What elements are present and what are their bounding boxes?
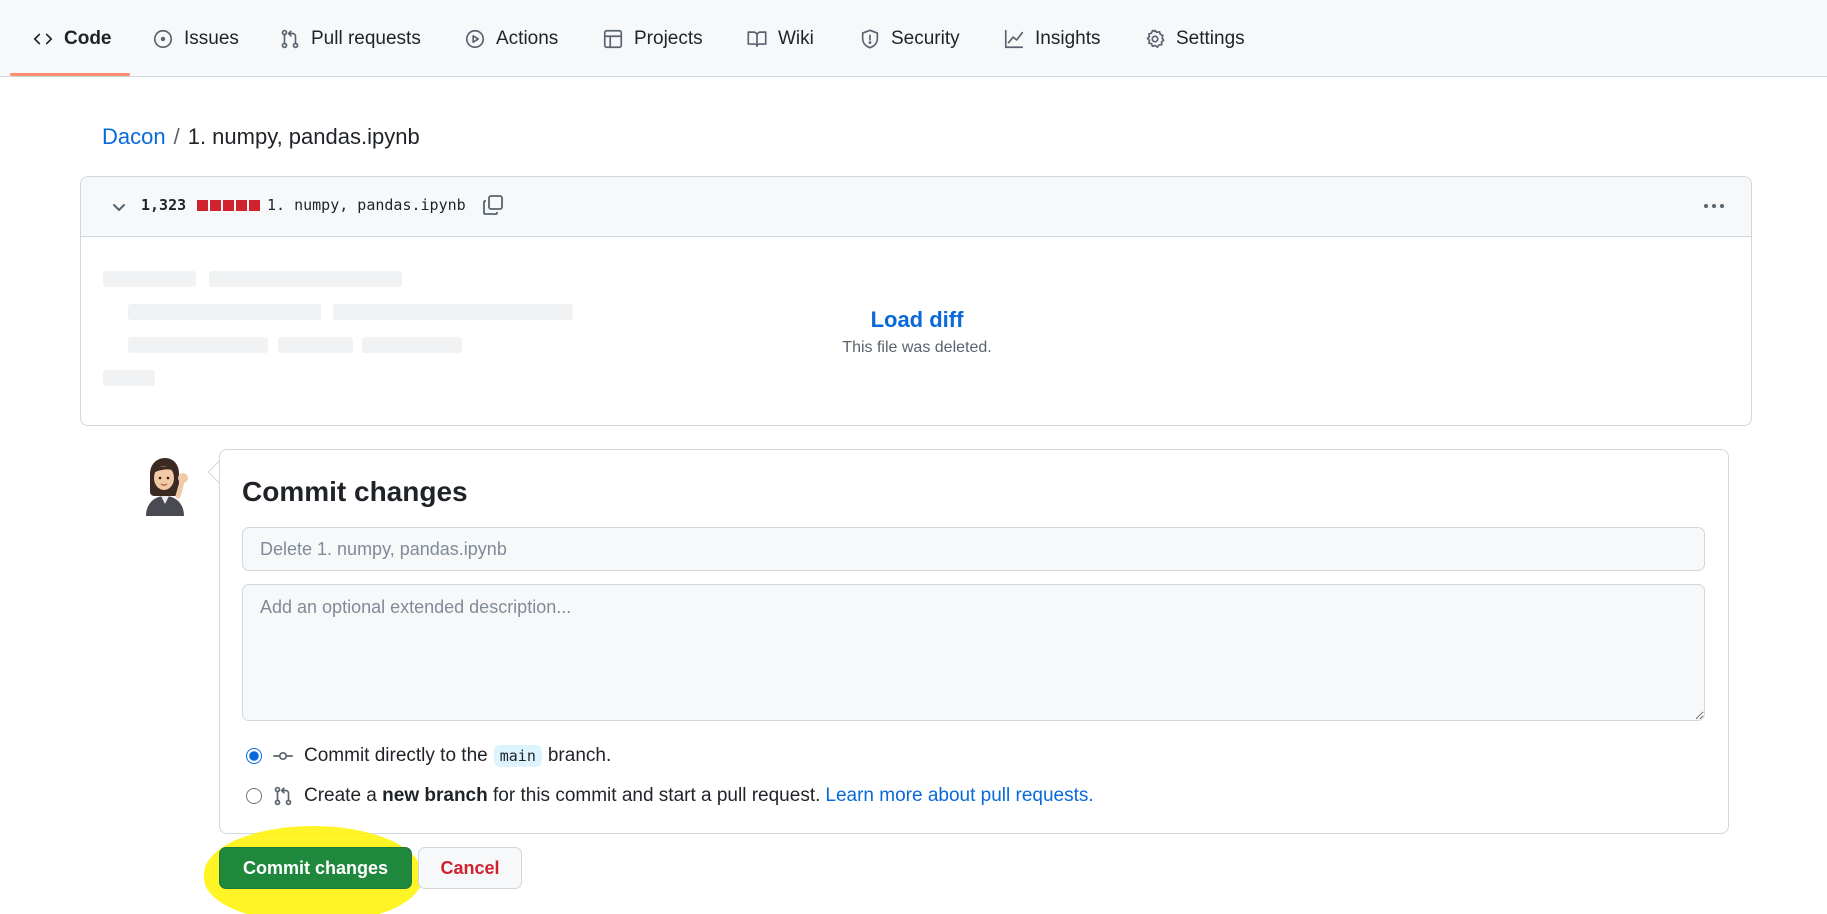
play-icon <box>465 29 485 48</box>
tab-actions-label: Actions <box>496 27 559 49</box>
learn-more-pull-requests-link[interactable]: Learn more about pull requests. <box>825 785 1093 806</box>
option-new-branch-suffix: for this commit and start a pull request… <box>493 785 821 806</box>
diffstat-block <box>197 200 208 211</box>
option-new-branch-prefix: Create a <box>304 785 377 806</box>
tab-code[interactable]: Code <box>26 0 118 77</box>
collapse-toggle[interactable] <box>109 197 129 217</box>
file-deleted-note: This file was deleted. <box>842 339 992 356</box>
copy-path-button[interactable] <box>481 193 507 219</box>
tab-insights[interactable]: Insights <box>997 0 1106 77</box>
tab-insights-label: Insights <box>1035 27 1101 49</box>
gear-icon <box>1146 28 1165 48</box>
branch-name-pill: main <box>493 745 542 767</box>
breadcrumb-repo-link[interactable]: Dacon <box>102 124 166 150</box>
table-icon <box>603 29 623 48</box>
book-icon <box>747 30 767 47</box>
tab-issues[interactable]: Issues <box>146 0 245 77</box>
avatar <box>136 456 194 516</box>
graph-icon <box>1004 29 1024 48</box>
option-new-branch-bold: new branch <box>382 785 488 806</box>
kebab-horizontal-icon[interactable] <box>1699 193 1729 219</box>
cancel-button[interactable]: Cancel <box>418 847 522 889</box>
copy-icon <box>483 195 503 215</box>
tab-settings[interactable]: Settings <box>1138 0 1251 77</box>
load-diff-link[interactable]: Load diff <box>81 307 1751 333</box>
tab-wiki[interactable]: Wiki <box>740 0 820 77</box>
avatar-emoji <box>146 458 188 516</box>
tab-wiki-label: Wiki <box>778 27 814 49</box>
tab-pull-requests-label: Pull requests <box>311 27 421 49</box>
diffstat-block <box>249 200 260 211</box>
tab-code-label: Code <box>64 27 112 49</box>
tab-security[interactable]: Security <box>853 0 966 77</box>
diffstat-block <box>236 200 247 211</box>
diff-filename: 1. numpy, pandas.ipynb <box>267 196 466 214</box>
breadcrumb-separator: / <box>173 124 180 149</box>
tab-settings-label: Settings <box>1176 27 1245 49</box>
breadcrumb-file: 1. numpy, pandas.ipynb <box>187 124 420 149</box>
breadcrumb: Dacon / 1. numpy, pandas.ipynb <box>102 124 420 150</box>
file-diff: 1,323 1. numpy, pandas.ipynb Load diff T… <box>80 176 1752 426</box>
commit-changes-button[interactable]: Commit changes <box>219 847 412 889</box>
git-pull-request-icon <box>274 786 292 806</box>
issue-opened-icon <box>153 29 173 48</box>
option-direct-prefix: Commit directly to the <box>304 745 488 766</box>
option-new-branch[interactable]: Create a new branch for this commit and … <box>246 785 1094 807</box>
radio-commit-direct[interactable] <box>246 748 262 764</box>
shield-icon <box>861 28 879 49</box>
diffstat-bar <box>197 200 260 211</box>
radio-new-branch[interactable] <box>246 788 262 804</box>
file-diff-header: 1,323 1. numpy, pandas.ipynb <box>81 177 1751 237</box>
git-commit-icon <box>273 751 293 761</box>
tab-issues-label: Issues <box>184 27 239 49</box>
active-tab-underline <box>10 73 130 76</box>
tab-actions[interactable]: Actions <box>458 0 564 77</box>
tab-security-label: Security <box>891 27 960 49</box>
option-commit-direct[interactable]: Commit directly to the main branch. <box>246 745 611 767</box>
diffstat-block <box>210 200 221 211</box>
tab-projects[interactable]: Projects <box>596 0 709 77</box>
commit-summary-input[interactable] <box>242 527 1705 571</box>
deletion-count: 1,323 <box>141 196 187 214</box>
code-icon <box>33 33 53 44</box>
option-direct-suffix: branch. <box>547 745 612 766</box>
repo-nav: Code Issues Pull requests Actions Projec… <box>0 0 1827 77</box>
git-pull-request-icon <box>281 29 299 48</box>
chevron-down-icon <box>113 204 125 211</box>
tab-projects-label: Projects <box>634 27 703 49</box>
tab-pull-requests[interactable]: Pull requests <box>273 0 427 77</box>
commit-description-field[interactable] <box>242 584 1705 721</box>
diffstat-block <box>223 200 234 211</box>
commit-title: Commit changes <box>242 476 468 507</box>
